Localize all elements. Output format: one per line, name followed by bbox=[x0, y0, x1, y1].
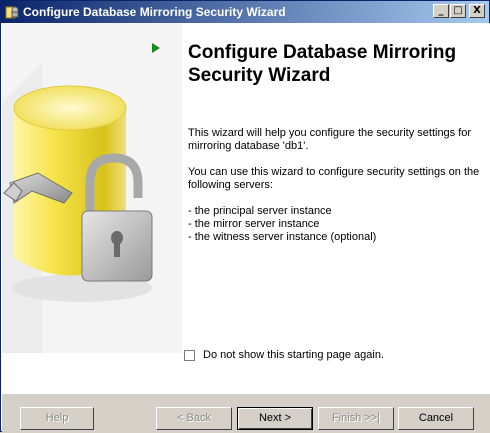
servers-intro-line-2: following servers: bbox=[188, 179, 273, 191]
app-icon bbox=[5, 5, 19, 19]
title-line-1: Configure Database Mirroring bbox=[188, 42, 457, 63]
server-list-item: - the witness server instance (optional) bbox=[188, 231, 377, 243]
finish-button[interactable]: Finish >>| bbox=[318, 407, 394, 430]
maximize-button[interactable]: □ bbox=[450, 4, 466, 18]
skip-start-page-label[interactable]: Do not show this starting page again. bbox=[203, 349, 384, 361]
window-controls: _ □ X bbox=[433, 4, 485, 18]
minimize-button[interactable]: _ bbox=[433, 4, 449, 18]
current-step-arrow-icon bbox=[152, 43, 160, 53]
intro-line-2: mirroring database 'db1'. bbox=[188, 140, 309, 152]
skip-start-page-checkbox[interactable] bbox=[184, 349, 195, 361]
servers-intro-text: You can use this wizard to configure sec… bbox=[188, 166, 488, 192]
close-button[interactable]: X bbox=[469, 4, 485, 18]
servers-intro-line-1: You can use this wizard to configure sec… bbox=[188, 166, 480, 178]
security-illustration bbox=[2, 23, 182, 353]
cancel-button[interactable]: Cancel bbox=[398, 407, 474, 430]
title-bar[interactable]: Configure Database Mirroring Security Wi… bbox=[1, 1, 489, 23]
server-list: - the principal server instance - the mi… bbox=[188, 205, 488, 244]
server-list-item: - the mirror server instance bbox=[188, 218, 320, 230]
back-button[interactable]: < Back bbox=[156, 407, 232, 430]
window-title: Configure Database Mirroring Security Wi… bbox=[23, 5, 286, 19]
page-title: Configure Database Mirroring Security Wi… bbox=[188, 41, 478, 87]
intro-text: This wizard will help you configure the … bbox=[188, 127, 488, 153]
skip-start-page-option[interactable]: Do not show this starting page again. bbox=[184, 349, 384, 361]
next-button[interactable]: Next > bbox=[237, 407, 313, 430]
help-button[interactable]: Help bbox=[20, 407, 94, 430]
intro-line-1: This wizard will help you configure the … bbox=[188, 127, 472, 139]
wizard-window: Configure Database Mirroring Security Wi… bbox=[0, 0, 490, 433]
server-list-item: - the principal server instance bbox=[188, 205, 332, 217]
button-bar: Help < Back Next > Finish >>| Cancel bbox=[2, 393, 490, 433]
title-line-2: Security Wizard bbox=[188, 65, 331, 86]
wizard-content: Configure Database Mirroring Security Wi… bbox=[2, 23, 490, 393]
